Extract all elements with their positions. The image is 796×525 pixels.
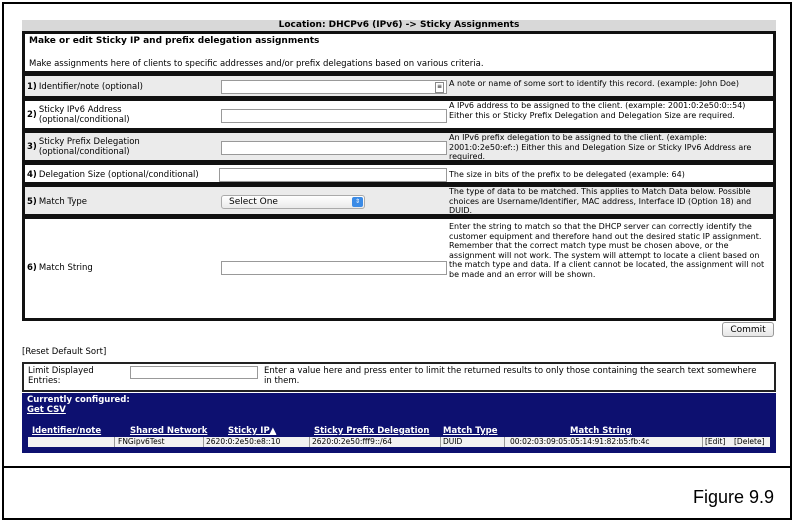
header-sticky-ip[interactable]: Sticky IP▲ bbox=[228, 426, 276, 436]
delegation-size-input[interactable] bbox=[219, 168, 447, 182]
sticky-prefix-sublabel: (optional/conditional) bbox=[38, 147, 130, 157]
row-number: 6) bbox=[27, 263, 37, 273]
get-csv-link[interactable]: Get CSV bbox=[27, 405, 66, 415]
row-match-type: 5) Match Type Select One ⇕ The type of d… bbox=[22, 185, 776, 217]
section-heading: Make or edit Sticky IP and prefix delega… bbox=[29, 36, 320, 46]
match-type-description: The type of data to be matched. This app… bbox=[449, 187, 752, 215]
commit-button[interactable]: Commit bbox=[722, 322, 774, 337]
row-number: 2) bbox=[27, 110, 37, 120]
cell-sticky-ip: 2620:0:2e50:e8::10 bbox=[206, 437, 281, 446]
header-match-string[interactable]: Match String bbox=[570, 426, 632, 436]
caption-divider bbox=[2, 466, 792, 468]
delegation-size-label: Delegation Size (optional/conditional) bbox=[38, 170, 199, 180]
match-type-selected: Select One bbox=[229, 197, 278, 207]
sticky-ipv6-description: A IPv6 address to be assigned to the cli… bbox=[449, 101, 746, 120]
row-match-string: 6) Match String Enter the string to matc… bbox=[22, 217, 776, 321]
figure-caption: Figure 9.9 bbox=[692, 487, 774, 507]
row-delegation-size: 4) Delegation Size (optional/conditional… bbox=[22, 163, 776, 185]
limit-entries-input[interactable] bbox=[130, 366, 258, 379]
row-sticky-ipv6: 2) Sticky IPv6 Address (optional/conditi… bbox=[22, 99, 776, 131]
row-number: 3) bbox=[27, 142, 37, 152]
cell-prefix: 2620:0:2e50:fff9::/64 bbox=[312, 437, 393, 446]
row-number: 1) bbox=[27, 82, 37, 92]
row-number: 5) bbox=[27, 197, 37, 207]
match-type-label: Match Type bbox=[38, 197, 87, 207]
match-type-select[interactable]: Select One ⇕ bbox=[221, 195, 365, 209]
row-number: 4) bbox=[27, 170, 37, 180]
assignments-table: Currently configured: Get CSV Identifier… bbox=[22, 393, 776, 453]
header-match-type[interactable]: Match Type bbox=[443, 426, 498, 436]
sticky-prefix-input[interactable] bbox=[221, 141, 447, 155]
header-prefix-delegation[interactable]: Sticky Prefix Delegation bbox=[314, 426, 429, 436]
sticky-prefix-label: Sticky Prefix Delegation bbox=[38, 137, 140, 147]
table-row[interactable]: FNGipv6Test 2620:0:2e50:e8::10 2620:0:2e… bbox=[28, 437, 770, 447]
cell-shared-network: FNGipv6Test bbox=[118, 437, 165, 446]
select-arrows-icon: ⇕ bbox=[352, 197, 363, 207]
identifier-description: A note or name of some sort to identify … bbox=[449, 79, 739, 88]
limit-entries-box: Limit Displayed Entries: Enter a value h… bbox=[22, 362, 776, 392]
match-string-input[interactable] bbox=[221, 261, 447, 275]
contact-card-icon: ≡ bbox=[435, 82, 444, 93]
limit-label: Limit Displayed Entries: bbox=[28, 366, 94, 386]
sticky-ipv6-input[interactable] bbox=[221, 109, 447, 123]
row-sticky-prefix: 3) Sticky Prefix Delegation (optional/co… bbox=[22, 131, 776, 163]
table-title: Currently configured: bbox=[27, 395, 130, 405]
sticky-prefix-description: An IPv6 prefix delegation to be assigned… bbox=[449, 133, 752, 161]
row-identifier: 1) Identifier/note (optional) ≡ A note o… bbox=[22, 74, 776, 99]
cell-match-string: 00:02:03:09:05:05:14:91:82:b5:fb:4c bbox=[510, 437, 650, 446]
section-header-box: Make or edit Sticky IP and prefix delega… bbox=[22, 31, 776, 74]
delegation-size-description: The size in bits of the prefix to be del… bbox=[449, 170, 685, 179]
cell-match-type: DUID bbox=[443, 437, 463, 446]
header-identifier[interactable]: Identifier/note bbox=[32, 426, 101, 436]
identifier-label: Identifier/note (optional) bbox=[38, 82, 143, 92]
header-shared-network[interactable]: Shared Network bbox=[130, 426, 207, 436]
sticky-assignment-form: Make or edit Sticky IP and prefix delega… bbox=[22, 31, 776, 321]
limit-hint: Enter a value here and press enter to li… bbox=[264, 366, 757, 386]
section-description: Make assignments here of clients to spec… bbox=[29, 59, 484, 69]
edit-link[interactable]: [Edit] bbox=[705, 437, 725, 447]
sticky-ipv6-sublabel: (optional/conditional) bbox=[38, 115, 130, 125]
reset-default-sort-link[interactable]: [Reset Default Sort] bbox=[22, 347, 106, 357]
match-string-label: Match String bbox=[38, 263, 93, 273]
identifier-input[interactable]: ≡ bbox=[221, 80, 447, 94]
sticky-ipv6-label: Sticky IPv6 Address bbox=[38, 105, 122, 115]
match-string-description: Enter the string to match so that the DH… bbox=[449, 222, 765, 279]
delete-link[interactable]: [Delete] bbox=[734, 437, 765, 447]
